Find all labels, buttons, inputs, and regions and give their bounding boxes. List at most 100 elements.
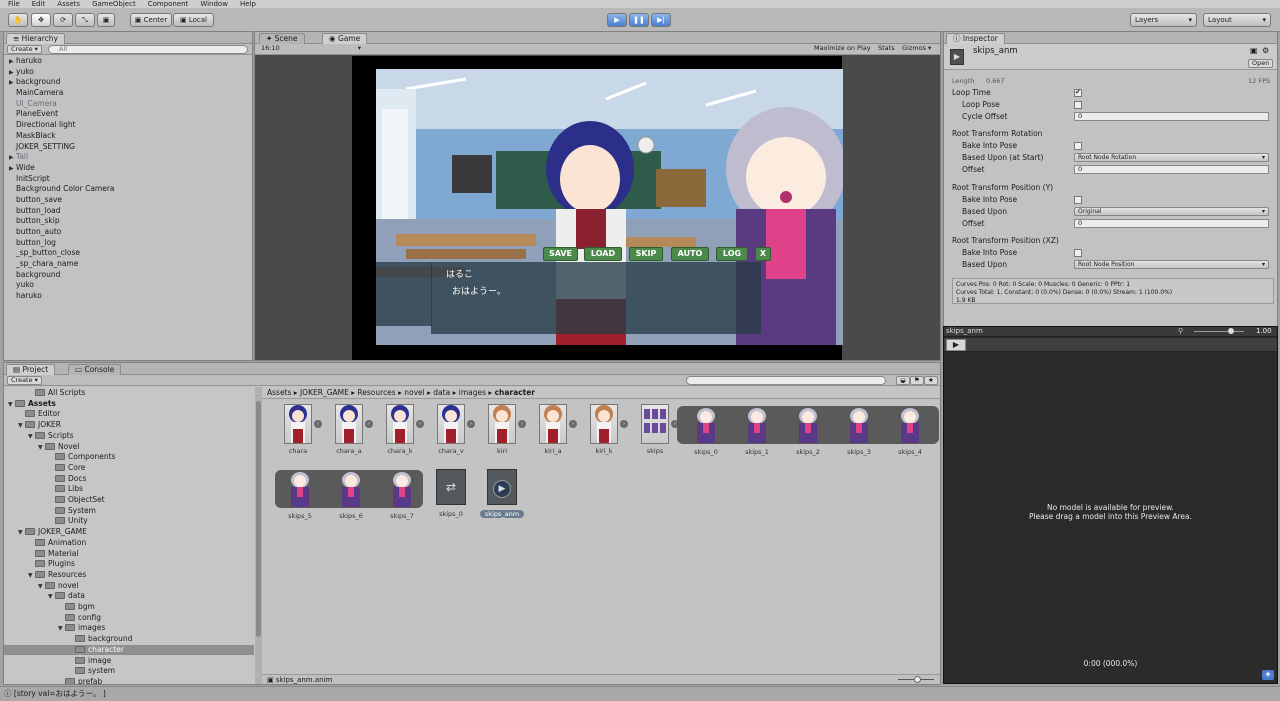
offset-y-field[interactable]: 0: [1074, 219, 1269, 228]
bake-rot-checkbox[interactable]: [1074, 142, 1082, 150]
tree-folder-item[interactable]: ▼ images: [4, 623, 254, 634]
hierarchy-create-button[interactable]: Create ▾: [7, 45, 42, 54]
tree-folder-item[interactable]: bgm: [4, 602, 254, 613]
tree-folder-item[interactable]: ▼ Resources: [4, 570, 254, 581]
based-rot-dropdown[interactable]: Root Node Rotation ▾: [1074, 153, 1269, 162]
hierarchy-item[interactable]: button_save: [9, 195, 252, 206]
menu-item[interactable]: File: [8, 0, 20, 8]
rotate-tool-button[interactable]: ⟳: [53, 13, 73, 27]
filter-label-icon[interactable]: ⚑: [910, 376, 924, 385]
tree-folder-item[interactable]: ▼ novel: [4, 581, 254, 592]
sprite-item[interactable]: skips_7: [380, 470, 424, 520]
pause-button[interactable]: ❚❚: [629, 13, 649, 27]
menu-item[interactable]: Assets: [57, 0, 80, 8]
tab-console[interactable]: ▭ Console: [68, 364, 122, 375]
expand-sprites-icon[interactable]: ›: [314, 420, 322, 428]
hierarchy-item[interactable]: button_auto: [9, 227, 252, 238]
move-tool-button[interactable]: ✥: [31, 13, 51, 27]
breadcrumb-item[interactable]: images: [459, 388, 486, 397]
hierarchy-item[interactable]: Background Color Camera: [9, 184, 252, 195]
game-auto-button[interactable]: AUTO: [671, 247, 709, 261]
hierarchy-item[interactable]: Directional light: [9, 120, 252, 131]
preview-speed-handle[interactable]: [1228, 328, 1234, 334]
hand-tool-button[interactable]: ✋: [8, 13, 28, 27]
gizmos-toggle[interactable]: Gizmos ▾: [899, 45, 934, 54]
play-button[interactable]: ▶: [607, 13, 627, 27]
tree-folder-item[interactable]: ▼ Novel: [4, 442, 254, 453]
hierarchy-item[interactable]: ▶ Tall: [9, 152, 252, 163]
favorite-icon[interactable]: ★: [924, 376, 938, 385]
open-button[interactable]: Open: [1248, 59, 1274, 68]
expand-sprites-icon[interactable]: ›: [569, 420, 577, 428]
game-close-button[interactable]: X: [755, 247, 771, 261]
tab-scene[interactable]: ✦ Scene: [259, 33, 305, 44]
tree-folder-item[interactable]: ObjectSet: [4, 495, 254, 506]
loop-time-checkbox[interactable]: ✔: [1074, 89, 1082, 97]
breadcrumb-item[interactable]: data: [433, 388, 450, 397]
expand-sprites-icon[interactable]: ›: [416, 420, 424, 428]
menu-item[interactable]: Window: [200, 0, 228, 8]
preview-tag-icon[interactable]: ◈: [1262, 670, 1274, 680]
scale-tool-button[interactable]: ⤡: [75, 13, 95, 27]
sprite-item[interactable]: skips_0: [684, 406, 728, 456]
sprite-item[interactable]: skips_5: [278, 470, 322, 520]
sprite-item[interactable]: skips_3: [837, 406, 881, 456]
pivot-local-button[interactable]: ▣ Local: [173, 13, 214, 27]
asset-item[interactable]: kiri: [480, 404, 524, 455]
tree-folder-item[interactable]: prefab: [4, 677, 254, 684]
gear-icon[interactable]: ⚙: [1262, 46, 1269, 55]
tree-scrollbar[interactable]: [255, 387, 262, 684]
hierarchy-item[interactable]: button_load: [9, 206, 252, 217]
tree-folder-item[interactable]: Core: [4, 463, 254, 474]
tab-inspector[interactable]: ⓘ Inspector: [946, 33, 1005, 44]
tree-folder-item[interactable]: system: [4, 666, 254, 677]
menu-item[interactable]: GameObject: [92, 0, 136, 8]
tree-folder-item[interactable]: background: [4, 634, 254, 645]
preview-avatar-icon[interactable]: ⚲: [1178, 327, 1183, 335]
project-create-button[interactable]: Create ▾: [7, 376, 42, 385]
hierarchy-item[interactable]: ▶ haruko: [9, 56, 252, 67]
tree-folder-item[interactable]: Libs: [4, 484, 254, 495]
tree-folder-item[interactable]: Plugins: [4, 559, 254, 570]
animator-controller-item[interactable]: ⇄ skips_0: [429, 469, 473, 518]
tree-folder-item[interactable]: image: [4, 656, 254, 667]
tab-hierarchy[interactable]: ≡ Hierarchy: [6, 33, 65, 44]
hierarchy-item[interactable]: background: [9, 270, 252, 281]
hierarchy-item[interactable]: UI_Camera: [9, 99, 252, 110]
tree-folder-item[interactable]: Unity: [4, 516, 254, 527]
preview-speed-slider[interactable]: [1194, 331, 1244, 332]
pivot-center-button[interactable]: ▣ Center: [130, 13, 172, 27]
sprite-item[interactable]: skips_2: [786, 406, 830, 456]
menu-item[interactable]: Component: [148, 0, 189, 8]
hierarchy-item[interactable]: ▶ yuko: [9, 67, 252, 78]
stats-toggle[interactable]: Stats: [875, 45, 898, 54]
thumbnail-size-handle[interactable]: [914, 676, 921, 683]
tree-folder-item[interactable]: ▼ JOKER: [4, 420, 254, 431]
asset-item[interactable]: chara: [276, 404, 320, 455]
asset-item[interactable]: kiri_k: [582, 404, 626, 455]
breadcrumb-item[interactable]: Resources: [357, 388, 395, 397]
based-y-dropdown[interactable]: Original ▾: [1074, 207, 1269, 216]
game-save-button[interactable]: SAVE: [543, 247, 578, 261]
project-search-input[interactable]: [686, 376, 886, 385]
tab-project[interactable]: ▤ Project: [6, 364, 56, 375]
bake-y-checkbox[interactable]: [1074, 196, 1082, 204]
tree-folder-item[interactable]: Docs: [4, 474, 254, 485]
sprite-item[interactable]: skips_1: [735, 406, 779, 456]
hierarchy-item[interactable]: MaskBlack: [9, 131, 252, 142]
hierarchy-item[interactable]: yuko: [9, 280, 252, 291]
tree-folder-item[interactable]: Material: [4, 549, 254, 560]
layout-dropdown[interactable]: Layout ▾: [1203, 13, 1271, 27]
hierarchy-item[interactable]: _sp_chara_name: [9, 259, 252, 270]
rect-tool-button[interactable]: ▣: [97, 13, 115, 27]
tree-folder-item[interactable]: character: [4, 644, 254, 656]
aspect-dropdown[interactable]: 16:10 ▾: [258, 45, 363, 54]
step-button[interactable]: ▶|: [651, 13, 671, 27]
based-xz-dropdown[interactable]: Root Node Position ▾: [1074, 260, 1269, 269]
game-log-button[interactable]: LOG: [716, 247, 748, 261]
tree-folder-item[interactable]: Animation: [4, 538, 254, 549]
asset-item[interactable]: skips: [633, 404, 677, 455]
hierarchy-item[interactable]: InitScript: [9, 174, 252, 185]
expand-arrow-icon[interactable]: ▶: [9, 164, 16, 175]
hierarchy-item[interactable]: button_log: [9, 238, 252, 249]
